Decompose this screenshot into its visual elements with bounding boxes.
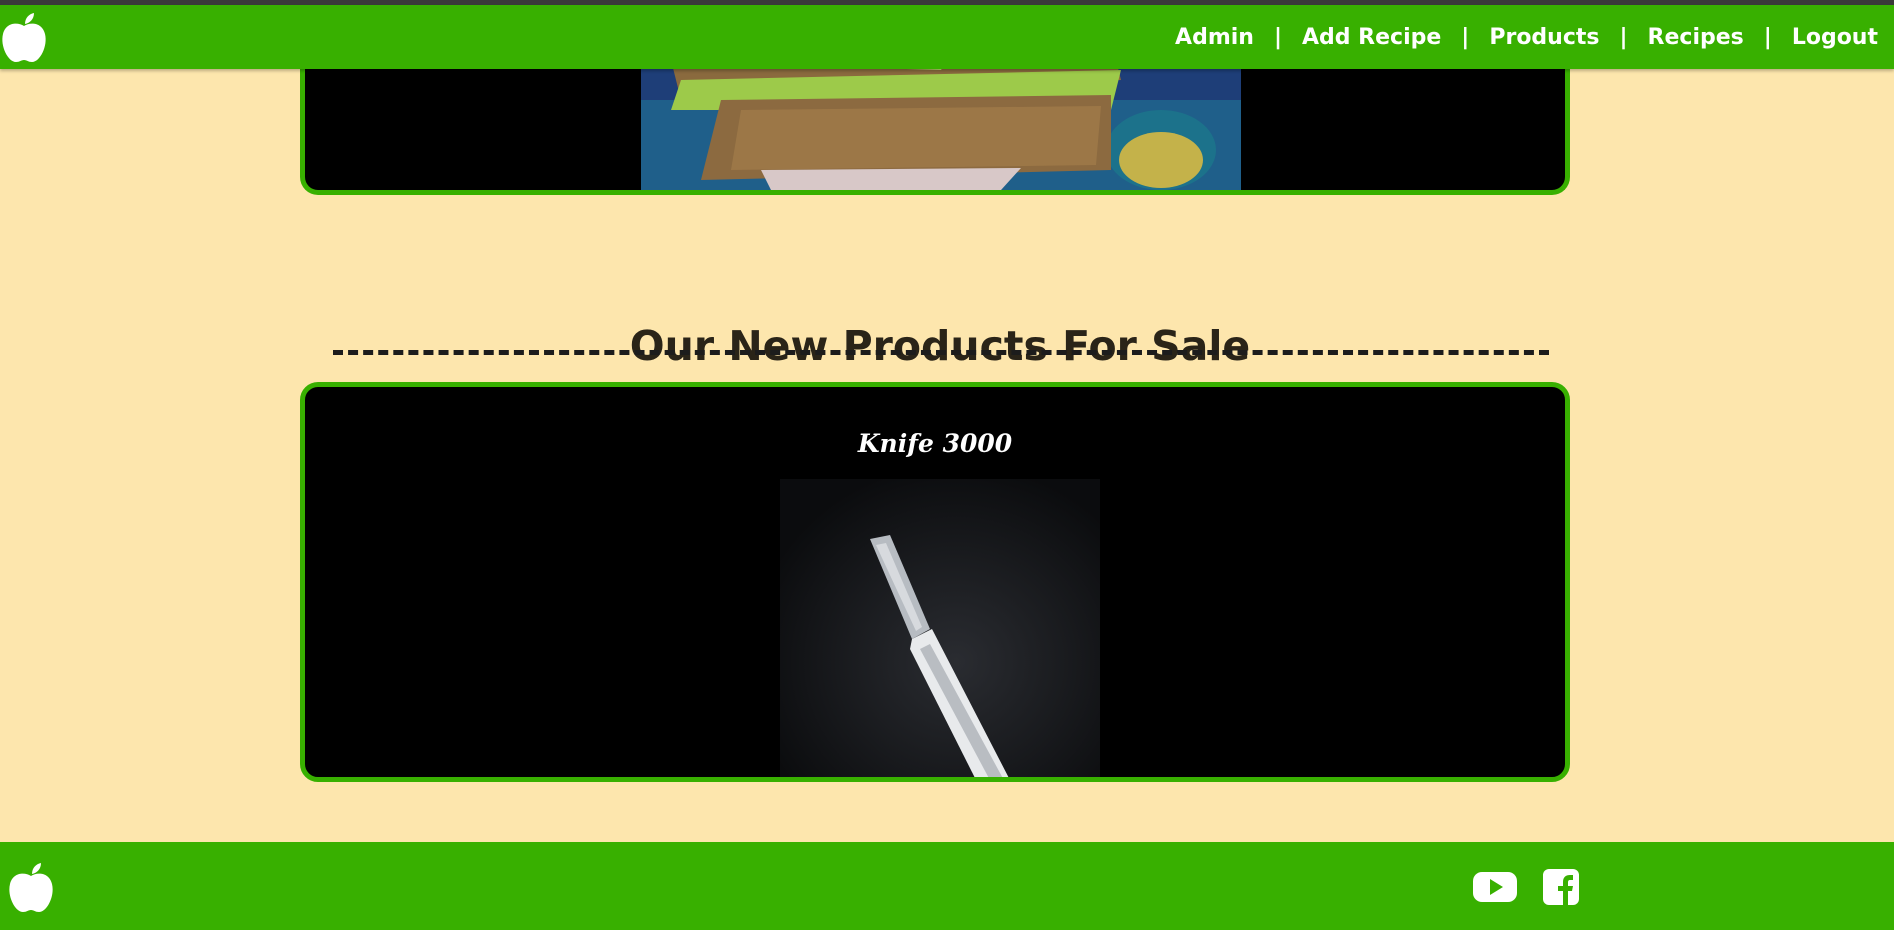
- product-name: Knife 3000: [857, 429, 1013, 458]
- nav-separator: |: [1461, 24, 1470, 50]
- top-navbar: Admin | Add Recipe | Products | Recipes …: [0, 5, 1894, 69]
- product-card: Knife 3000: [300, 382, 1570, 782]
- footer: [0, 842, 1894, 930]
- nav-separator: |: [1273, 24, 1282, 50]
- facebook-icon[interactable]: [1542, 868, 1588, 906]
- nav-separator: |: [1619, 24, 1628, 50]
- knife-image[interactable]: [780, 479, 1100, 777]
- nav-links: Admin | Add Recipe | Products | Recipes …: [1175, 25, 1878, 50]
- nav-recipes[interactable]: Recipes: [1648, 25, 1744, 50]
- nav-add-recipe[interactable]: Add Recipe: [1302, 25, 1441, 50]
- apple-icon[interactable]: [0, 9, 48, 65]
- apple-icon[interactable]: [6, 860, 56, 914]
- section-divider: [333, 350, 1549, 355]
- social-links: [1472, 868, 1588, 906]
- nav-admin[interactable]: Admin: [1175, 25, 1254, 50]
- section-title: Our New Products For Sale: [629, 322, 1251, 371]
- youtube-icon[interactable]: [1472, 868, 1518, 906]
- nav-logout[interactable]: Logout: [1792, 25, 1878, 50]
- nav-separator: |: [1763, 24, 1772, 50]
- nav-products[interactable]: Products: [1489, 25, 1599, 50]
